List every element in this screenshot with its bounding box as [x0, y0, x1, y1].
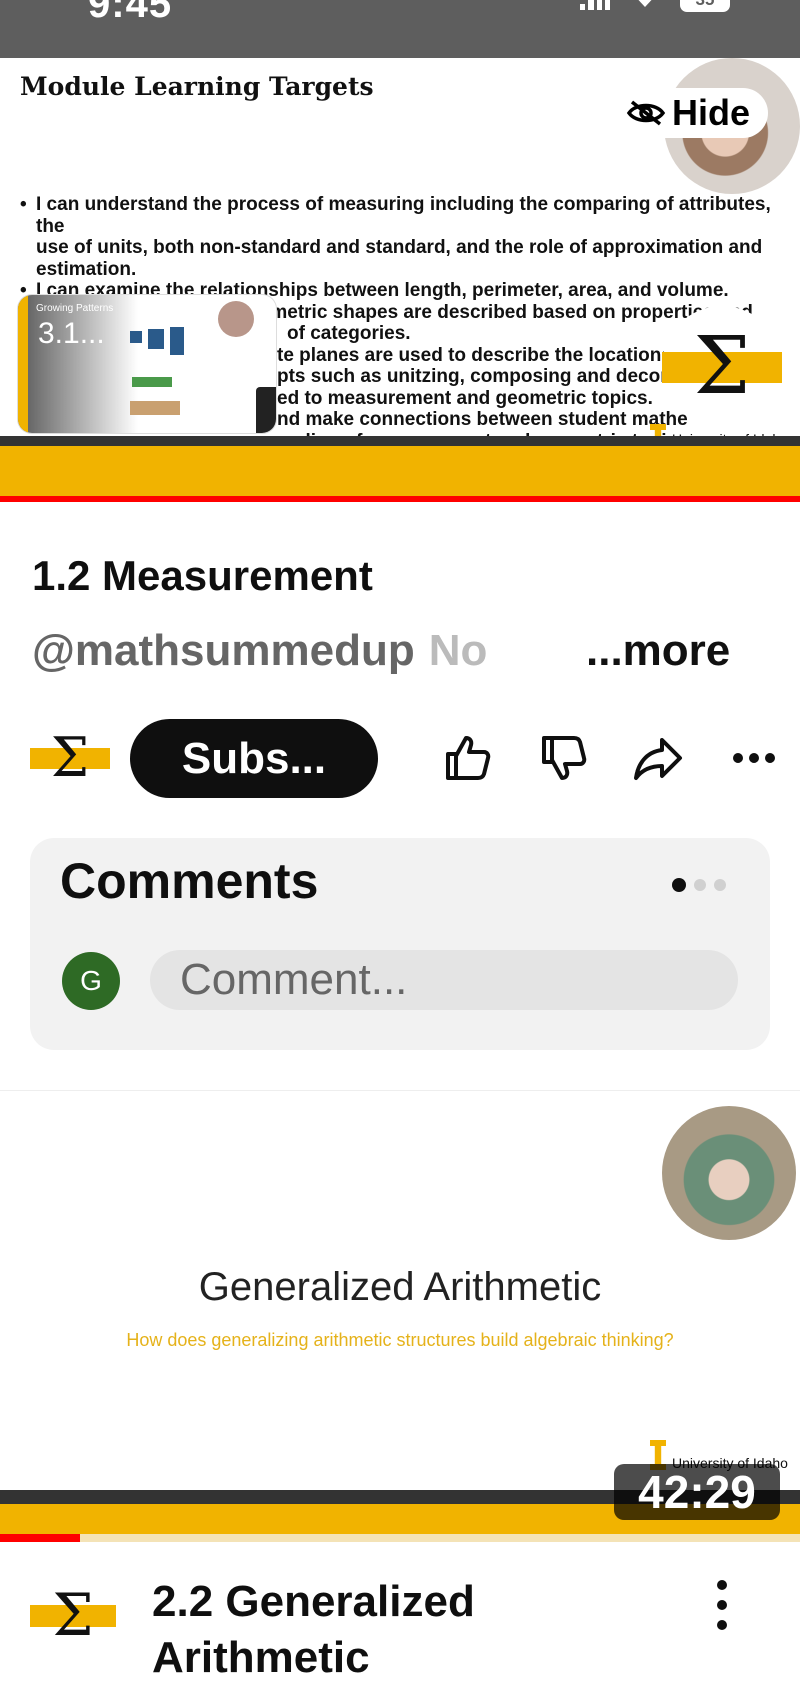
slide-yellow-bar — [0, 446, 800, 496]
more-vertical-icon[interactable] — [712, 1580, 732, 1630]
thumbnail-title: Generalized Arithmetic — [198, 1265, 602, 1309]
signal-icon — [580, 0, 610, 10]
description-preview[interactable]: @mathsummedup No — [32, 626, 487, 676]
mini-player-slide-label: Growing Patterns — [36, 303, 114, 314]
pattern-figure — [130, 331, 142, 343]
eye-off-icon — [626, 100, 666, 126]
battery-icon: 35 — [680, 0, 730, 12]
mini-player-handle[interactable] — [256, 387, 276, 433]
like-icon[interactable] — [438, 730, 494, 786]
mini-player[interactable]: Growing Patterns 3.1... — [18, 295, 276, 433]
hide-button[interactable]: Hide — [622, 88, 768, 138]
video-title: 1.2 Measurement — [32, 552, 373, 599]
carousel-dots — [672, 878, 726, 892]
pattern-figure — [130, 401, 180, 415]
next-video-title[interactable]: 2.2 Generalized Arithmetic — [152, 1574, 632, 1686]
target-line: I can understand the process of measurin… — [20, 194, 790, 237]
pattern-figure — [170, 327, 184, 355]
progress-fill — [0, 496, 800, 502]
slide-dark-bar — [0, 436, 800, 446]
status-bar: 9:45 35 — [0, 0, 800, 58]
next-channel-avatar[interactable]: Σ — [30, 1572, 116, 1658]
channel-logo: Σ — [662, 306, 782, 426]
carousel-dot — [694, 879, 706, 891]
thumbnail-presenter — [662, 1106, 796, 1240]
watched-progress — [0, 1534, 80, 1542]
mini-player-accent — [18, 295, 28, 433]
channel-handle[interactable]: @mathsummedup — [32, 626, 415, 675]
duration-badge: 42:29 — [614, 1464, 780, 1520]
sigma-icon: Σ — [693, 319, 751, 412]
slide-title: Module Learning Targets — [20, 72, 374, 101]
status-time: 9:45 — [88, 0, 173, 26]
hide-label: Hide — [672, 92, 751, 133]
carousel-dot — [714, 879, 726, 891]
description-faded: No — [428, 626, 488, 675]
more-horizontal-icon[interactable] — [726, 730, 782, 786]
wifi-icon — [632, 0, 658, 7]
watched-track — [0, 1534, 800, 1542]
comment-input[interactable] — [150, 950, 738, 1010]
sigma-icon: Σ — [52, 1581, 94, 1649]
video-player[interactable]: Module Learning Targets Hide I can under… — [0, 58, 800, 508]
channel-avatar[interactable]: Σ — [30, 718, 110, 798]
comments-title: Comments — [60, 853, 319, 909]
dislike-icon[interactable] — [534, 730, 590, 786]
sigma-icon: Σ — [50, 726, 90, 789]
target-line: estimation. — [36, 258, 137, 280]
status-icons: 35 — [580, 0, 730, 14]
thumbnail-subtitle: How does generalizing arithmetic structu… — [126, 1330, 674, 1350]
carousel-dot-active — [672, 878, 686, 892]
mini-player-title: 3.1... — [38, 317, 105, 350]
user-avatar: G — [62, 952, 120, 1010]
more-link[interactable]: ...more — [586, 626, 730, 676]
mini-player-shade — [18, 295, 138, 433]
share-icon[interactable] — [630, 730, 686, 786]
mini-player-presenter — [218, 301, 254, 337]
pattern-figure — [132, 377, 172, 387]
subscribe-button[interactable]: Subs... — [130, 719, 378, 798]
pattern-figure — [148, 329, 164, 349]
target-line: use of units, both non-standard and stan… — [36, 237, 763, 258]
